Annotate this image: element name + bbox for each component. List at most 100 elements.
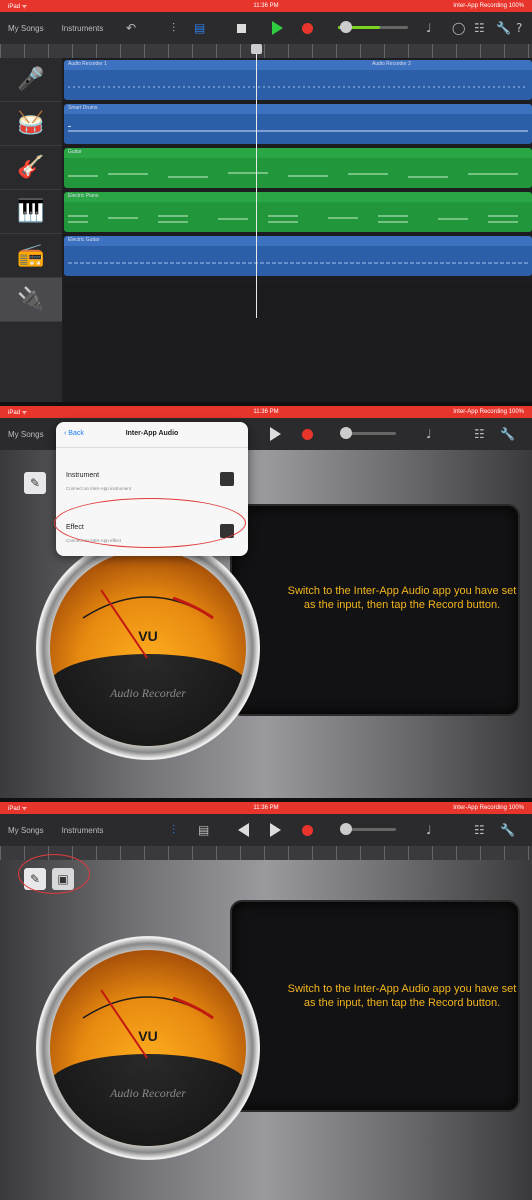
waveform: [68, 86, 528, 88]
instruction-text: Switch to the Inter-App Audio app you ha…: [287, 983, 517, 1009]
vu-face: VU Audio Recorder: [50, 950, 246, 1146]
status-right-label: Inter-App Recording 100%: [453, 3, 524, 9]
instruments-button[interactable]: Instruments: [62, 826, 104, 835]
playhead-handle[interactable]: [251, 44, 262, 54]
vu-scale: [82, 996, 214, 1020]
settings-icon[interactable]: ☷: [474, 427, 485, 441]
record-button[interactable]: [298, 19, 316, 37]
drum-pattern: [68, 126, 528, 136]
timeline-ruler[interactable]: [0, 846, 532, 860]
waveform: [68, 262, 528, 264]
settings-icon[interactable]: ☷: [474, 21, 485, 35]
vu-face: VU Audio Recorder: [50, 550, 246, 746]
wrench-icon[interactable]: 🔧: [496, 21, 511, 35]
keyboard-icon: 🎹: [17, 199, 45, 224]
track-region-drums[interactable]: Smart Drums: [64, 104, 532, 144]
loop-icon[interactable]: ◯: [452, 21, 465, 35]
region-label-2: Audio Recorder 2: [372, 61, 411, 67]
instruments-button[interactable]: Instruments: [62, 24, 104, 33]
wrench-icon[interactable]: 🔧: [500, 823, 515, 837]
my-songs-button[interactable]: My Songs: [8, 430, 44, 439]
record-button[interactable]: [298, 821, 316, 839]
timeline-ruler[interactable]: [0, 44, 532, 58]
cable-icon: ✎: [29, 476, 41, 490]
brand-label: Audio Recorder: [110, 686, 186, 700]
volume-knob[interactable]: [340, 823, 352, 835]
region-label: Guitar: [68, 149, 82, 155]
master-volume-slider[interactable]: [340, 427, 396, 439]
metronome-icon[interactable]: ♩: [426, 823, 432, 837]
amp-background: ✎ ▣ Switch to the Inter-App Audio app yo…: [0, 860, 532, 1200]
record-button[interactable]: [298, 425, 316, 443]
track-region-electric-guitar[interactable]: Electric Guitar: [64, 236, 532, 276]
instruction-text: Switch to the Inter-App Audio app you ha…: [287, 585, 517, 611]
track-header-5[interactable]: 📻: [0, 234, 62, 278]
my-songs-button[interactable]: My Songs: [8, 826, 44, 835]
instrument-icon: [220, 472, 234, 486]
popover-title: Inter-App Audio: [125, 430, 179, 437]
track-region-audio-recorder[interactable]: Audio Recorder 1 Audio Recorder 2: [64, 60, 532, 100]
tracks-view-panel: iPad ᯤ 11:36 PM Inter-App Recording 100%…: [0, 0, 532, 402]
option-description: Connect an Inter-App instrument: [66, 486, 132, 491]
vu-meter: VU Audio Recorder: [36, 536, 260, 760]
status-bar: iPad ᯤ 11:36 PM Inter-App Recording 100%: [0, 802, 532, 814]
status-right-label: Inter-App Recording 100%: [453, 409, 524, 415]
message-screen: Switch to the Inter-App Audio app you ha…: [230, 504, 520, 716]
metronome-icon[interactable]: ♩: [426, 427, 432, 441]
vu-scale: [82, 596, 214, 620]
play-button[interactable]: [266, 425, 284, 443]
audio-recorder-popover-panel: iPad ᯤ 11:36 PM Inter-App Recording 100%…: [0, 406, 532, 798]
tracks-view-icon[interactable]: ▤: [198, 823, 209, 837]
microphone-icon: 🎤: [17, 67, 45, 92]
tracks-view-icon[interactable]: ▤: [194, 21, 205, 35]
inter-app-icon: 🔌: [17, 287, 45, 312]
clock-label: 11:36 PM: [253, 409, 279, 415]
play-button[interactable]: [266, 821, 284, 839]
wrench-icon[interactable]: 🔧: [500, 427, 515, 441]
master-volume-slider[interactable]: [338, 21, 408, 33]
instrument-option[interactable]: Instrument Connect an Inter-App instrume…: [56, 462, 248, 498]
region-label: Electric Piano: [68, 193, 99, 199]
region-label: Smart Drums: [68, 105, 98, 111]
vu-label: VU: [138, 1028, 158, 1044]
settings-icon[interactable]: ☷: [474, 823, 485, 837]
vu-meter: VU Audio Recorder: [36, 936, 260, 1160]
clock-label: 11:36 PM: [253, 805, 279, 811]
mixer-icon[interactable]: ⫶: [172, 823, 175, 838]
carrier-label: iPad ᯤ: [8, 4, 28, 10]
playhead[interactable]: [256, 44, 257, 318]
track-header-3[interactable]: 🎸: [0, 146, 62, 190]
play-icon: [269, 823, 281, 837]
region-label: Audio Recorder 1: [68, 61, 107, 67]
track-region-piano[interactable]: Electric Piano: [64, 192, 532, 232]
track-header-4[interactable]: 🎹: [0, 190, 62, 234]
volume-knob[interactable]: [340, 21, 352, 33]
status-bar: iPad ᯤ 11:36 PM Inter-App Recording 100%: [0, 406, 532, 418]
my-songs-button[interactable]: My Songs: [8, 24, 44, 33]
rewind-button[interactable]: [234, 821, 252, 839]
play-icon: [271, 21, 283, 35]
play-icon: [269, 427, 281, 441]
midi-notes: [68, 172, 518, 178]
volume-knob[interactable]: [340, 427, 352, 439]
master-volume-slider[interactable]: [340, 823, 396, 835]
control-bar: My Songs Instruments ↶ ⫶ ▤ ♩ ◯ ☷ 🔧 ?: [0, 12, 532, 44]
play-button[interactable]: [268, 19, 286, 37]
help-icon[interactable]: ?: [516, 21, 522, 35]
undo-icon[interactable]: ↶: [126, 21, 136, 35]
popover-header: ‹ Back Inter-App Audio: [56, 422, 248, 448]
track-header-1[interactable]: 🎤: [0, 58, 62, 102]
brand-label: Audio Recorder: [110, 1086, 186, 1100]
metronome-icon[interactable]: ♩: [426, 21, 432, 35]
record-icon: [301, 824, 313, 836]
clock-label: 11:36 PM: [253, 3, 279, 9]
input-settings-button[interactable]: ✎: [24, 472, 46, 494]
track-region-guitar[interactable]: Guitar: [64, 148, 532, 188]
mixer-icon[interactable]: ⫶: [172, 21, 175, 36]
track-header-2[interactable]: 🥁: [0, 102, 62, 146]
drums-icon: 🥁: [17, 111, 45, 136]
empty-track-area[interactable]: [64, 282, 532, 402]
track-header-6[interactable]: 🔌: [0, 278, 62, 322]
control-bar: My Songs Instruments ⫶ ▤ ♩ ☷ 🔧: [0, 814, 532, 846]
stop-button[interactable]: [232, 19, 250, 37]
